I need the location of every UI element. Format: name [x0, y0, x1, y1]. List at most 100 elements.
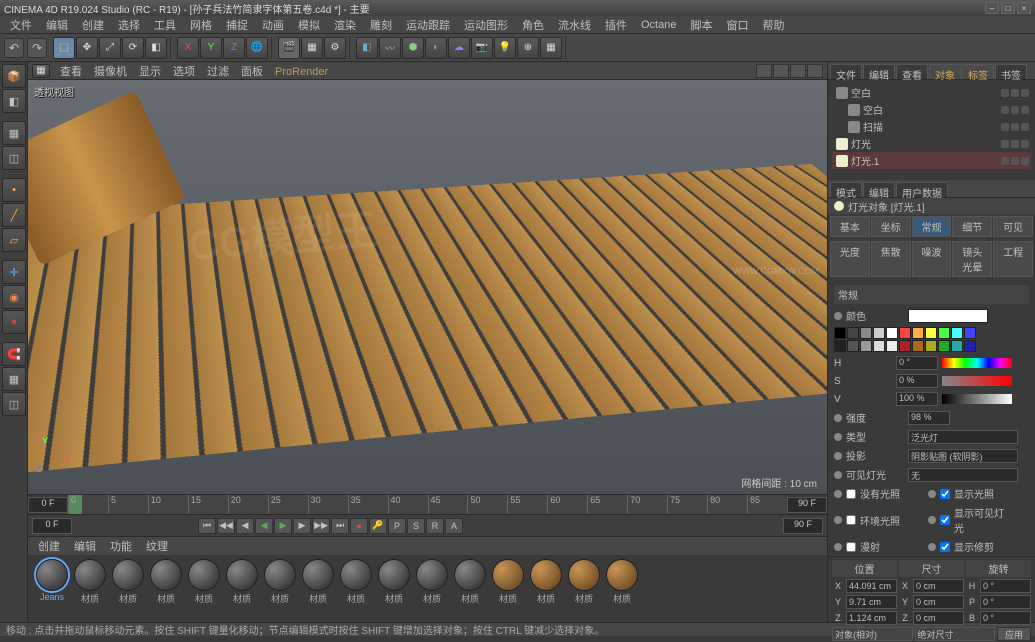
menu-工具[interactable]: 工具	[148, 15, 182, 35]
color-preset[interactable]	[886, 327, 898, 339]
material-item[interactable]: Jeans	[36, 559, 68, 618]
keyframe-dot[interactable]	[928, 543, 936, 551]
color-preset[interactable]	[834, 327, 846, 339]
vp-menu-ProRender[interactable]: ProRender	[269, 65, 334, 79]
material-item[interactable]: 材质	[606, 559, 638, 618]
menu-渲染[interactable]: 渲染	[328, 15, 362, 35]
color-preset[interactable]	[925, 327, 937, 339]
prev-frame-button[interactable]: ◀	[236, 518, 254, 534]
material-item[interactable]: 材质	[568, 559, 600, 618]
vp-menu-摄像机[interactable]: 摄像机	[88, 65, 133, 79]
tree-tags[interactable]	[1001, 106, 1029, 114]
vp-zoom-icon[interactable]	[773, 64, 789, 78]
keyframe-dot[interactable]	[834, 471, 842, 479]
attr-tab-基本[interactable]: 基本	[830, 216, 870, 237]
mat-tab-功能[interactable]: 功能	[104, 537, 138, 555]
vp-menu-显示[interactable]: 显示	[133, 65, 167, 79]
material-preview-icon[interactable]	[378, 559, 410, 591]
material-item[interactable]: 材质	[378, 559, 410, 618]
mat-tab-创建[interactable]: 创建	[32, 537, 66, 555]
key-param-button[interactable]: A	[445, 518, 463, 534]
menu-选择[interactable]: 选择	[112, 15, 146, 35]
material-preview-icon[interactable]	[454, 559, 486, 591]
color-preset[interactable]	[899, 327, 911, 339]
check-显示修剪[interactable]	[940, 542, 950, 552]
color-presets[interactable]	[834, 325, 1029, 354]
material-preview-icon[interactable]	[340, 559, 372, 591]
add-camera-button[interactable]: 📷	[471, 37, 493, 59]
color-preset[interactable]	[951, 340, 963, 352]
add-light-button[interactable]: 💡	[494, 37, 516, 59]
coord-size-field[interactable]: 0 cm	[913, 579, 964, 593]
attr-top-tab-模式[interactable]: 模式	[830, 182, 862, 197]
vp-layout-icon[interactable]: ▦	[32, 64, 50, 78]
render-view-button[interactable]: 🎬	[278, 37, 300, 59]
menu-捕捉[interactable]: 捕捉	[220, 15, 254, 35]
keyframe-dot[interactable]	[928, 516, 936, 524]
keyframe-dot[interactable]	[834, 490, 842, 498]
next-frame-button[interactable]: ▶	[293, 518, 311, 534]
polygon-mode[interactable]: ▱	[2, 228, 26, 252]
coord-size-field[interactable]: 0 cm	[913, 595, 964, 609]
material-item[interactable]: 材质	[74, 559, 106, 618]
tree-row[interactable]: 灯光	[832, 135, 1031, 152]
add-generator-button[interactable]: ⬢	[402, 37, 424, 59]
menu-窗口[interactable]: 窗口	[720, 15, 754, 35]
keyframe-dot[interactable]	[834, 452, 842, 460]
val-slider[interactable]	[942, 394, 1012, 404]
menu-Octane[interactable]: Octane	[635, 17, 682, 33]
add-misc-button[interactable]: ▦	[540, 37, 562, 59]
material-item[interactable]: 材质	[112, 559, 144, 618]
attr-tab-光度[interactable]: 光度	[830, 241, 870, 277]
axis-y-lock[interactable]: Y	[200, 37, 222, 59]
color-preset[interactable]	[886, 340, 898, 352]
sat-field[interactable]: 0 %	[896, 374, 938, 388]
record-key-button[interactable]: ●	[350, 518, 368, 534]
hue-field[interactable]: 0 °	[896, 356, 938, 370]
obj-tab-编辑[interactable]: 编辑	[863, 64, 895, 79]
keyframe-dot[interactable]	[834, 543, 842, 551]
material-item[interactable]: 材质	[264, 559, 296, 618]
material-preview-icon[interactable]	[568, 559, 600, 591]
workplane-snap[interactable]: ◫	[2, 392, 26, 416]
material-preview-icon[interactable]	[150, 559, 182, 591]
menu-动画[interactable]: 动画	[256, 15, 290, 35]
vp-pan-icon[interactable]	[756, 64, 772, 78]
color-preset[interactable]	[860, 340, 872, 352]
model-mode[interactable]: 📦	[2, 64, 26, 88]
texture-mode[interactable]: ▦	[2, 121, 26, 145]
mat-tab-纹理[interactable]: 纹理	[140, 537, 174, 555]
keyframe-dot[interactable]	[928, 490, 936, 498]
coord-rot-field[interactable]: 0 °	[980, 579, 1031, 593]
attr-top-tab-编辑[interactable]: 编辑	[863, 182, 895, 197]
attr-top-tab-用户数据[interactable]: 用户数据	[896, 182, 948, 197]
menu-流水线[interactable]: 流水线	[552, 15, 597, 35]
menu-运动跟踪[interactable]: 运动跟踪	[400, 15, 456, 35]
render-region-button[interactable]: ▦	[301, 37, 323, 59]
material-item[interactable]: 材质	[150, 559, 182, 618]
material-preview-icon[interactable]	[74, 559, 106, 591]
material-preview-icon[interactable]	[226, 559, 258, 591]
menu-脚本[interactable]: 脚本	[684, 15, 718, 35]
color-preset[interactable]	[938, 327, 950, 339]
material-preview-icon[interactable]	[530, 559, 562, 591]
material-item[interactable]: 材质	[454, 559, 486, 618]
window-min-button[interactable]: –	[985, 2, 999, 14]
material-item[interactable]: 材质	[492, 559, 524, 618]
prev-key-button[interactable]: ◀◀	[217, 518, 235, 534]
check-环境光照[interactable]	[846, 515, 856, 525]
material-item[interactable]: 材质	[340, 559, 372, 618]
coord-rot-field[interactable]: 0 °	[980, 611, 1031, 625]
material-preview-icon[interactable]	[302, 559, 334, 591]
tree-tags[interactable]	[1001, 140, 1029, 148]
workplane-mode[interactable]: ◫	[2, 146, 26, 170]
menu-帮助[interactable]: 帮助	[756, 15, 790, 35]
autokey-button[interactable]: 🔑	[369, 518, 387, 534]
color-preset[interactable]	[912, 340, 924, 352]
attr-tab-坐标[interactable]: 坐标	[871, 216, 911, 237]
color-preset[interactable]	[873, 340, 885, 352]
menu-插件[interactable]: 插件	[599, 15, 633, 35]
move-tool[interactable]: ✥	[76, 37, 98, 59]
attr-tab-可见[interactable]: 可见	[993, 216, 1033, 237]
material-item[interactable]: 材质	[416, 559, 448, 618]
